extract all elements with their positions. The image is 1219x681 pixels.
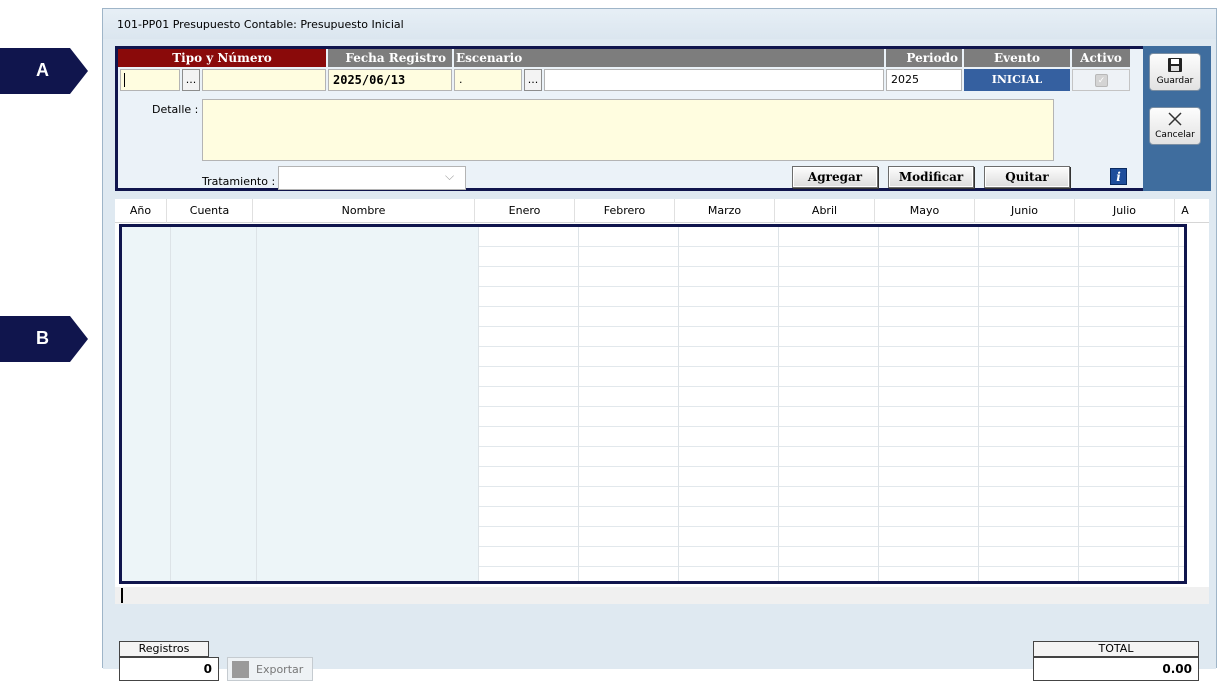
- col-header-febrero[interactable]: Febrero: [575, 199, 675, 223]
- marker-a-label: A: [36, 60, 49, 80]
- header-evento: Evento: [964, 49, 1070, 67]
- fecha-registro-value: 2025/06/13: [333, 73, 406, 87]
- horizontal-scrollbar[interactable]: [115, 587, 1209, 604]
- guardar-button[interactable]: Guardar: [1149, 53, 1201, 91]
- escenario-code-value: .: [459, 73, 463, 86]
- tipo-lookup-button[interactable]: ...: [182, 69, 200, 91]
- header-periodo: Periodo: [886, 49, 962, 67]
- quitar-button[interactable]: Quitar: [984, 166, 1070, 188]
- header-activo: Activo: [1072, 49, 1130, 67]
- grid-col-divider: [678, 227, 679, 581]
- marker-b: B: [0, 316, 88, 362]
- grid-header: Año Cuenta Nombre Enero Febrero Marzo Ab…: [115, 199, 1209, 223]
- grid-body[interactable]: [119, 224, 1187, 584]
- detalle-textarea[interactable]: [202, 99, 1054, 161]
- col-header-marzo[interactable]: Marzo: [675, 199, 775, 223]
- evento-field: INICIAL: [964, 69, 1070, 91]
- chevron-down-icon: ⌵: [445, 169, 455, 183]
- cancel-icon: [1168, 112, 1182, 126]
- periodo-value: 2025: [891, 73, 919, 86]
- header-fecha-registro: Fecha Registro: [328, 49, 452, 67]
- grid-col-divider: [256, 227, 257, 581]
- data-grid: Año Cuenta Nombre Enero Febrero Marzo Ab…: [115, 199, 1209, 604]
- grid-col-divider: [978, 227, 979, 581]
- header-tipo-numero: Tipo y Número: [118, 49, 326, 67]
- marker-a: A: [0, 48, 88, 94]
- total-value: 0.00: [1033, 657, 1199, 681]
- grid-col-divider: [1178, 227, 1179, 581]
- col-header-junio[interactable]: Junio: [975, 199, 1075, 223]
- escenario-lookup-button[interactable]: ...: [524, 69, 542, 91]
- col-header-julio[interactable]: Julio: [1075, 199, 1175, 223]
- marker-b-label: B: [36, 328, 49, 348]
- agregar-button[interactable]: Agregar: [792, 166, 878, 188]
- col-header-mayo[interactable]: Mayo: [875, 199, 975, 223]
- escenario-desc-input[interactable]: [544, 69, 884, 91]
- numero-input[interactable]: [202, 69, 326, 91]
- window-title: 101-PP01 Presupuesto Contable: Presupues…: [117, 18, 404, 31]
- evento-value: INICIAL: [991, 73, 1043, 86]
- tipo-input[interactable]: [120, 69, 180, 91]
- col-header-ano[interactable]: Año: [115, 199, 167, 223]
- grid-col-divider: [778, 227, 779, 581]
- form-panel: Tipo y Número Fecha Registro Escenario P…: [115, 46, 1209, 191]
- activo-field: ✓: [1072, 69, 1130, 91]
- total-label: TOTAL: [1033, 641, 1199, 657]
- activo-checkbox[interactable]: ✓: [1095, 74, 1108, 87]
- escenario-code-input[interactable]: .: [454, 69, 522, 91]
- registros-label: Registros: [119, 641, 209, 657]
- grid-col-divider: [1078, 227, 1079, 581]
- footer-bar: Registros 0 Exportar TOTAL 0.00: [103, 609, 1216, 681]
- fecha-registro-input[interactable]: 2025/06/13: [328, 69, 452, 91]
- col-header-nombre[interactable]: Nombre: [253, 199, 475, 223]
- grid-col-divider: [478, 227, 479, 581]
- save-icon: [1168, 58, 1182, 72]
- col-header-enero[interactable]: Enero: [475, 199, 575, 223]
- periodo-input[interactable]: 2025: [886, 69, 962, 91]
- info-icon[interactable]: i: [1110, 168, 1127, 185]
- col-header-agosto-partial[interactable]: A: [1175, 199, 1195, 223]
- grid-col-divider: [878, 227, 879, 581]
- guardar-label: Guardar: [1156, 76, 1194, 86]
- title-bar: 101-PP01 Presupuesto Contable: Presupues…: [103, 9, 1216, 39]
- header-escenario: Escenario: [454, 49, 884, 67]
- cancelar-label: Cancelar: [1155, 130, 1195, 140]
- tratamiento-select[interactable]: ⌵: [278, 166, 466, 190]
- tratamiento-label: Tratamiento :: [202, 175, 276, 188]
- registros-value: 0: [119, 657, 219, 681]
- modificar-button[interactable]: Modificar: [888, 166, 974, 188]
- exportar-button[interactable]: Exportar: [227, 657, 313, 681]
- info-glyph: i: [1116, 170, 1121, 184]
- col-header-abril[interactable]: Abril: [775, 199, 875, 223]
- cancelar-button[interactable]: Cancelar: [1149, 107, 1201, 145]
- grid-col-divider: [578, 227, 579, 581]
- text-cursor: [124, 73, 125, 87]
- col-header-cuenta[interactable]: Cuenta: [167, 199, 253, 223]
- app-window: 101-PP01 Presupuesto Contable: Presupues…: [102, 8, 1217, 681]
- grid-col-divider: [170, 227, 171, 581]
- scroll-caret: [121, 588, 123, 603]
- detalle-label: Detalle :: [152, 103, 199, 116]
